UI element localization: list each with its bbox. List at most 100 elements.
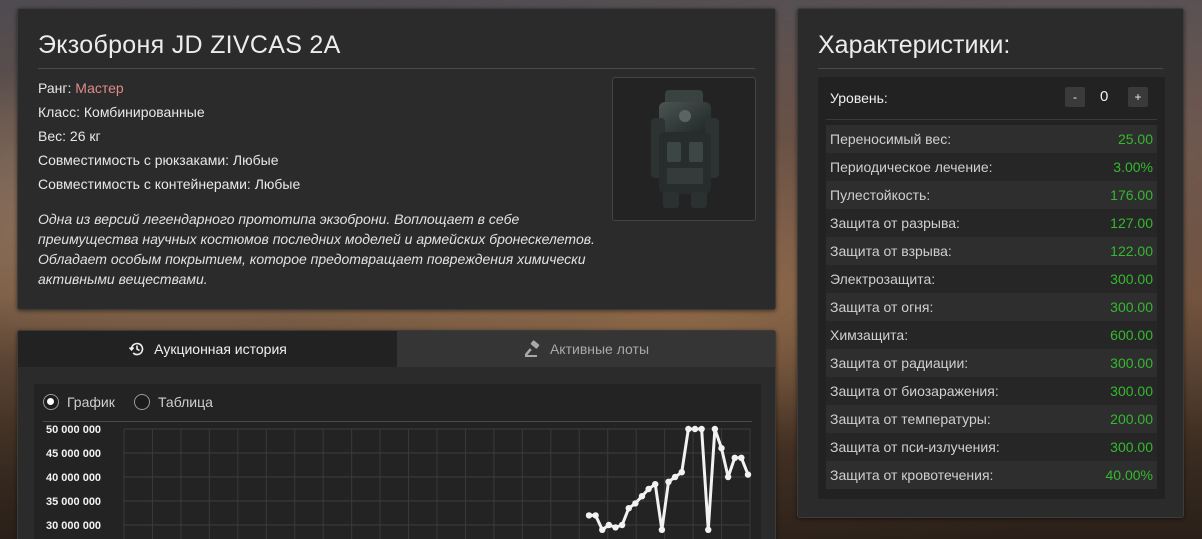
stat-row: Пулестойкость: 176.00	[826, 181, 1157, 209]
price-history-chart[interactable]: 50 000 000 45 000 000 40 000 000 35 000 000…	[34, 424, 761, 539]
stats-box: Уровень: - 0 + Переносимый вес: 25.00 Пер…	[818, 77, 1165, 499]
stat-value: 300.00	[1110, 271, 1153, 287]
stat-row: Электрозащита: 300.00	[826, 265, 1157, 293]
price-point[interactable]	[665, 478, 672, 485]
radio-table[interactable]	[134, 394, 150, 410]
stat-name: Электрозащита:	[830, 271, 936, 287]
price-point[interactable]	[652, 481, 659, 488]
divider	[38, 68, 755, 69]
price-point[interactable]	[658, 526, 666, 533]
stat-row: Защита от разрыва: 127.00	[826, 209, 1157, 237]
item-container-compat: Совместимость с контейнерами: Любые	[38, 176, 301, 192]
stat-row: Периодическое лечение: 3.00%	[826, 153, 1157, 181]
item-backpack-compat: Совместимость с рюкзаками: Любые	[38, 152, 279, 168]
stat-row: Защита от кровотечения: 40.00%	[826, 461, 1157, 489]
price-point[interactable]	[638, 493, 646, 500]
tab-label: Активные лоты	[549, 341, 650, 357]
price-chart-area: График Таблица 50 000 000 45 000 000 40 00…	[34, 384, 761, 539]
price-point[interactable]	[632, 500, 639, 507]
price-point[interactable]	[618, 521, 626, 529]
level-label: Уровень:	[830, 90, 888, 106]
view-table-label: Таблица	[158, 394, 213, 410]
price-point[interactable]	[685, 425, 692, 433]
stat-name: Защита от кровотечения:	[830, 467, 994, 483]
stat-name: Защита от биозаражения:	[830, 383, 999, 399]
y-tick-label: 40 000 000	[46, 472, 101, 484]
rank-value: Мастер	[75, 80, 124, 96]
price-point[interactable]	[612, 524, 619, 531]
y-tick-label: 35 000 000	[46, 496, 101, 508]
item-image	[612, 77, 756, 221]
stat-name: Защита от пси-излучения:	[830, 439, 1000, 455]
stat-name: Защита от радиации:	[830, 355, 969, 371]
tab-active-lots[interactable]: Активные лоты	[397, 331, 775, 367]
stat-name: Защита от температуры:	[830, 411, 991, 427]
item-description: Одна из версий легендарного прототипа эк…	[38, 211, 595, 287]
stat-row: Химзащита: 600.00	[826, 321, 1157, 349]
stat-value: 176.00	[1110, 187, 1153, 203]
stat-row: Защита от радиации: 300.00	[826, 349, 1157, 377]
stat-value: 40.00%	[1105, 467, 1153, 483]
tab-label: Аукционная история	[154, 341, 287, 357]
rank-label: Ранг:	[38, 80, 72, 96]
radio-graph[interactable]	[43, 394, 59, 410]
item-weight: Вес: 26 кг	[38, 128, 101, 144]
stat-value: 300.00	[1110, 355, 1153, 371]
stats-title: Характеристики:	[818, 31, 1011, 59]
stat-value: 600.00	[1110, 327, 1153, 343]
item-rank: Ранг: Мастер	[38, 80, 124, 96]
price-point[interactable]	[605, 521, 613, 529]
tab-auction-history[interactable]: Аукционная история	[18, 331, 397, 367]
price-point[interactable]	[671, 473, 679, 481]
price-point[interactable]	[711, 425, 719, 433]
history-icon	[129, 342, 144, 356]
level-divider	[826, 119, 1157, 120]
stat-value: 3.00%	[1113, 159, 1153, 175]
price-point[interactable]	[718, 445, 725, 452]
price-point[interactable]	[744, 471, 752, 478]
view-graph-label: График	[67, 394, 115, 410]
view-table-option[interactable]: Таблица	[134, 394, 213, 410]
price-point[interactable]	[705, 526, 712, 533]
item-panel: Экзоброня JD ZIVCAS 2A Ранг: Мастер Клас…	[17, 8, 776, 310]
price-point[interactable]	[599, 526, 606, 533]
chart-divider	[43, 421, 752, 422]
stat-name: Защита от огня:	[830, 299, 934, 315]
item-class: Класс: Комбинированные	[38, 104, 205, 120]
stat-name: Защита от взрыва:	[830, 243, 952, 259]
level-row: Уровень: - 0 +	[818, 77, 1165, 119]
price-point[interactable]	[698, 425, 705, 433]
item-title: Экзоброня JD ZIVCAS 2A	[38, 31, 341, 59]
price-point[interactable]	[738, 454, 745, 461]
view-graph-option[interactable]: График	[43, 394, 115, 410]
stat-value: 300.00	[1110, 299, 1153, 315]
price-point[interactable]	[724, 473, 732, 481]
stat-value: 200.00	[1110, 411, 1153, 427]
stat-row: Защита от пси-излучения: 300.00	[826, 433, 1157, 461]
stat-row: Защита от биозаражения: 300.00	[826, 377, 1157, 405]
price-point[interactable]	[592, 512, 599, 519]
price-point[interactable]	[585, 512, 593, 519]
stat-name: Пулестойкость:	[830, 187, 931, 203]
level-value: 0	[1100, 88, 1109, 105]
stats-panel: Характеристики: Уровень: - 0 + Переносим…	[797, 8, 1184, 518]
stat-value: 122.00	[1110, 243, 1153, 259]
armor-image-icon	[651, 90, 719, 208]
price-point[interactable]	[678, 469, 685, 476]
stat-name: Защита от разрыва:	[830, 215, 960, 231]
stat-value: 25.00	[1117, 131, 1153, 147]
price-point[interactable]	[691, 425, 699, 433]
level-increase-button[interactable]: +	[1128, 87, 1148, 107]
y-tick-label: 30 000 000	[46, 520, 101, 532]
y-tick-label: 50 000 000	[46, 424, 101, 436]
stat-value: 300.00	[1110, 439, 1153, 455]
level-decrease-button[interactable]: -	[1065, 87, 1085, 107]
auction-panel: Аукционная история Активные лоты График …	[17, 330, 776, 539]
stat-row: Защита от взрыва: 122.00	[826, 237, 1157, 265]
stat-name: Переносимый вес:	[830, 131, 952, 147]
price-point[interactable]	[625, 505, 632, 512]
y-tick-label: 45 000 000	[46, 448, 101, 460]
divider	[818, 68, 1163, 69]
price-point[interactable]	[731, 454, 738, 461]
price-point[interactable]	[645, 485, 652, 493]
